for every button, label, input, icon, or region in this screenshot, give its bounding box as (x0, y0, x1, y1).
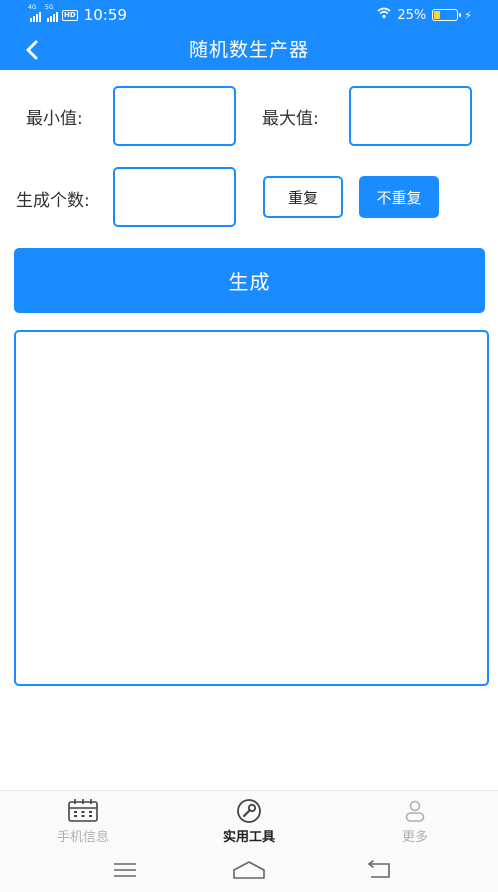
home-icon (233, 861, 265, 879)
max-label: 最大值: (262, 109, 319, 129)
max-input[interactable] (349, 86, 472, 146)
page-title: 随机数生产器 (188, 39, 309, 61)
repeat-button[interactable]: 重复 (263, 176, 343, 218)
status-right: 25% ⚡ (377, 6, 472, 24)
home-button[interactable] (229, 856, 269, 884)
menu-button[interactable] (105, 856, 145, 884)
battery-text: 25% (397, 7, 427, 23)
return-icon (367, 860, 390, 878)
nav-label-tools: 实用工具 (222, 830, 275, 845)
person-icon (405, 800, 425, 822)
signal-icon-1: 4G (28, 4, 41, 22)
charging-icon: ⚡ (464, 8, 472, 22)
min-input[interactable] (113, 86, 236, 146)
count-input[interactable] (113, 167, 236, 227)
generate-button[interactable]: 生成 (14, 248, 485, 313)
result-area[interactable] (14, 330, 489, 686)
status-left: 4G 5G HD 10:59 (28, 4, 127, 25)
nav-item-phone-info[interactable]: 手机信息 (23, 799, 143, 845)
min-label: 最小值: (26, 109, 83, 129)
menu-icon (114, 863, 136, 877)
wrench-icon (237, 799, 261, 823)
nav-item-more[interactable]: 更多 (355, 799, 475, 845)
nav-item-tools[interactable]: 实用工具 (189, 799, 309, 845)
signal-icon-2: 5G (45, 4, 58, 22)
battery-icon (432, 9, 462, 21)
calendar-icon (68, 799, 98, 822)
system-nav-bar (0, 848, 498, 892)
count-label: 生成个数: (16, 191, 90, 211)
battery-fill (434, 11, 440, 19)
hd-badge: HD (62, 9, 78, 21)
bottom-nav: 手机信息 实用工具 更多 (0, 790, 498, 848)
no-repeat-button[interactable]: 不重复 (359, 176, 439, 218)
status-time: 10:59 (83, 6, 127, 24)
nav-label-phone-info: 手机信息 (56, 830, 109, 845)
nav-label-more: 更多 (401, 830, 428, 845)
back-system-button[interactable] (359, 856, 399, 884)
network-type-1: 4G (28, 4, 37, 11)
status-bar: 4G 5G HD 10:59 25% ⚡ (0, 0, 498, 30)
wifi-icon (377, 7, 391, 23)
network-type-2: 5G (45, 4, 54, 11)
app-header: 随机数生产器 (0, 30, 498, 70)
